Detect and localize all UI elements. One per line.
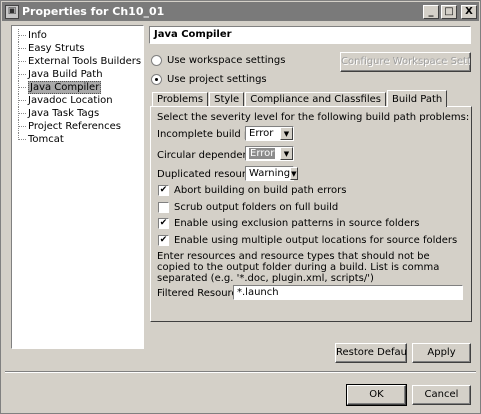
tree-branch-line [18,94,26,107]
tree-item-label: Java Build Path [28,69,103,80]
abort-building-checkbox[interactable]: ✔ [158,185,169,196]
tab-problems[interactable]: Problems [152,92,209,106]
tree-item-label: Easy Struts [28,43,85,54]
page-title: Java Compiler [149,26,471,44]
circular-dependencies-select[interactable]: Error ▼ [245,146,294,161]
multiple-output-locations-label: Enable using multiple output locations f… [174,235,458,246]
restore-defaults-button[interactable]: Restore Defaults [335,343,407,363]
tree-item-label: Tomcat [28,134,64,145]
tree-item-label: Java Compiler [28,81,102,94]
compiler-tabs: Problems Style Compliance and Classfiles… [152,90,448,107]
scrub-output-label: Scrub output folders on full build [174,202,339,213]
chevron-down-icon[interactable]: ▼ [290,167,298,180]
scrub-output-checkbox[interactable] [158,202,169,213]
property-page-tree[interactable]: Info Easy Struts External Tools Builders… [11,25,144,349]
tree-item-label: Java Task Tags [28,108,100,119]
tree-branch-line [18,120,26,133]
filtered-resources-description: Enter resources and resource types that … [157,251,440,284]
cancel-button[interactable]: Cancel [412,385,471,405]
tree-branch-line [18,107,26,120]
incomplete-build-path-select[interactable]: Error ▼ [245,126,294,141]
incomplete-build-path-value: Error [249,128,274,139]
dialog-separator [5,371,476,373]
configure-workspace-settings-button[interactable]: Configure Workspace Settings... [340,52,471,72]
scrub-output-option[interactable]: Scrub output folders on full build [158,202,338,213]
apply-button[interactable]: Apply [412,343,471,363]
tree-item-tomcat[interactable]: Tomcat [12,133,143,146]
tree-item-easy-struts[interactable]: Easy Struts [12,42,143,55]
tree-item-label: Javadoc Location [28,95,113,106]
tree-item-external-tools-builders[interactable]: External Tools Builders [12,55,143,68]
ok-button[interactable]: OK [346,384,407,406]
properties-dialog: ▣ Properties for Ch10_01 _ □ X Info Easy… [0,0,481,414]
window-title: Properties for Ch10_01 [22,5,165,18]
use-workspace-settings-label: Use workspace settings [167,55,286,66]
maximize-button[interactable]: □ [441,4,457,19]
abort-building-option[interactable]: ✔ Abort building on build path errors [158,185,347,196]
severity-intro: Select the severity level for the follow… [157,112,470,123]
tree-item-label: Info [28,30,47,41]
tree-item-label: External Tools Builders [28,56,142,67]
properties-icon: ▣ [5,4,19,19]
exclusion-patterns-checkbox[interactable]: ✔ [158,218,169,229]
tree-branch-line [18,68,26,81]
use-project-settings-option[interactable]: Use project settings [151,74,267,85]
exclusion-patterns-option[interactable]: ✔ Enable using exclusion patterns in sou… [158,218,419,229]
close-button[interactable]: X [461,4,477,19]
abort-building-label: Abort building on build path errors [174,185,347,196]
multiple-output-locations-option[interactable]: ✔ Enable using multiple output locations… [158,235,457,246]
tree-branch-line [18,42,26,55]
tree-item-javadoc-location[interactable]: Javadoc Location [12,94,143,107]
title-bar[interactable]: ▣ Properties for Ch10_01 _ □ X [2,2,479,21]
tree-item-project-references[interactable]: Project References [12,120,143,133]
tree-item-java-task-tags[interactable]: Java Task Tags [12,107,143,120]
chevron-down-icon[interactable]: ▼ [280,147,293,160]
tree-branch-line [18,81,26,94]
tab-style[interactable]: Style [209,92,245,106]
duplicated-resources-value: Warning [249,168,291,179]
minimize-button[interactable]: _ [423,4,439,19]
use-project-settings-label: Use project settings [167,74,267,85]
tree-item-java-compiler[interactable]: Java Compiler [12,81,143,94]
multiple-output-locations-checkbox[interactable]: ✔ [158,235,169,246]
exclusion-patterns-label: Enable using exclusion patterns in sourc… [174,218,420,229]
tab-build-path[interactable]: Build Path [387,90,448,107]
tree-branch-line [18,133,26,140]
use-workspace-settings-radio[interactable] [151,55,162,66]
tree-branch-line [18,29,26,42]
tab-compliance-and-classfiles[interactable]: Compliance and Classfiles [245,92,386,106]
tree-item-java-build-path[interactable]: Java Build Path [12,68,143,81]
use-workspace-settings-option[interactable]: Use workspace settings [151,55,285,66]
tree-item-label: Project References [28,121,121,132]
filtered-resources-input[interactable]: *.launch [233,285,463,300]
circular-dependencies-value: Error [249,148,276,159]
chevron-down-icon[interactable]: ▼ [280,127,293,140]
use-project-settings-radio[interactable] [151,74,162,85]
duplicated-resources-select[interactable]: Warning ▼ [245,166,298,181]
tree-branch-line [18,55,26,68]
tree-item-info[interactable]: Info [12,29,143,42]
